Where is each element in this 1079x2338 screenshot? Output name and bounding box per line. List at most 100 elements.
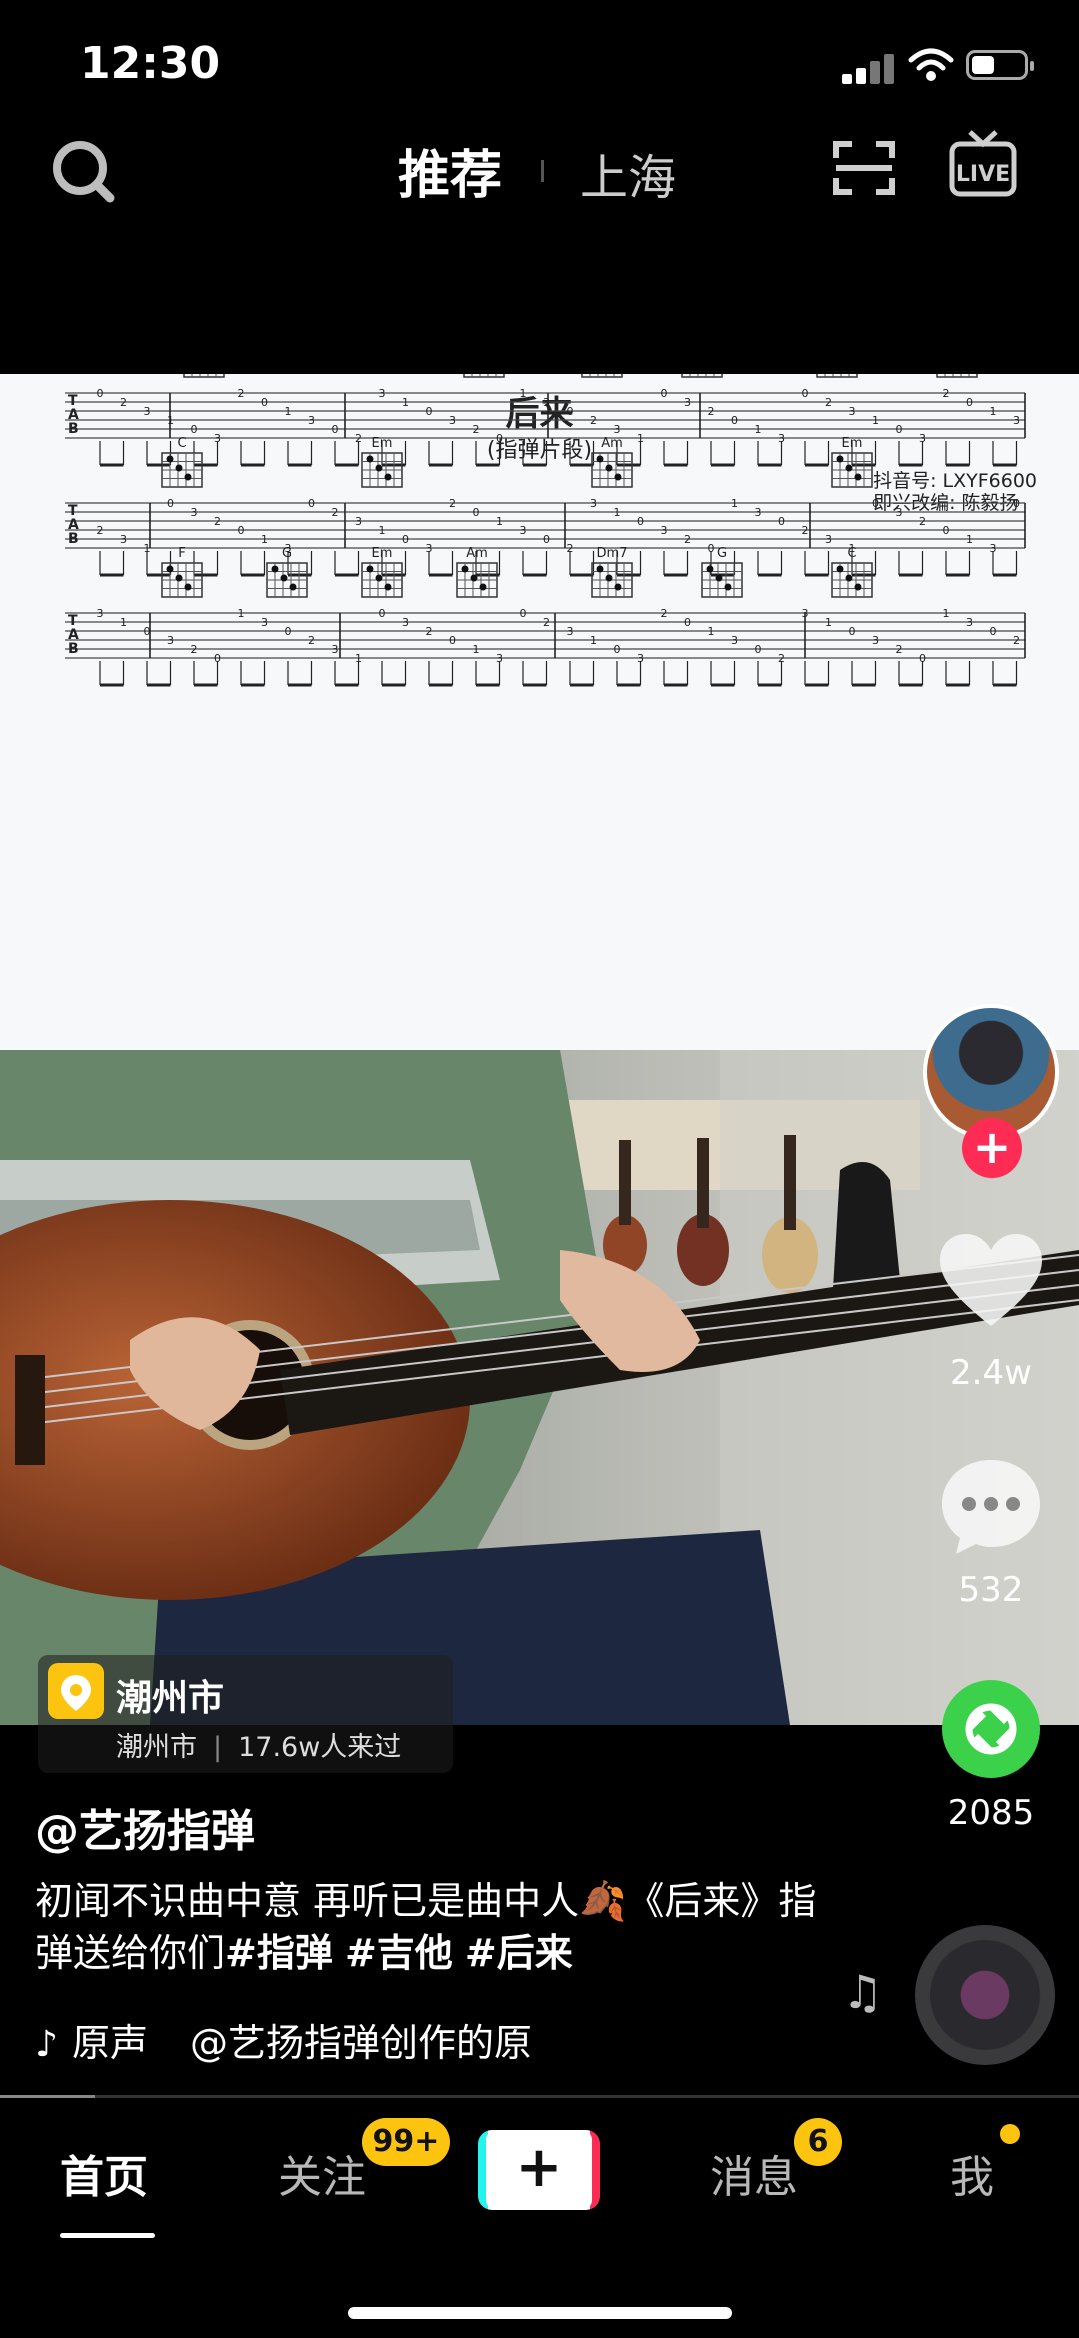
svg-text:0: 0: [191, 423, 198, 436]
svg-text:1: 1: [379, 524, 386, 537]
svg-text:3: 3: [355, 515, 362, 528]
nav-home-indicator: [60, 2233, 155, 2238]
create-button[interactable]: +: [478, 2130, 600, 2210]
svg-text:1: 1: [261, 533, 268, 546]
svg-text:0: 0: [802, 387, 809, 400]
svg-text:0: 0: [379, 607, 386, 620]
svg-text:1: 1: [990, 405, 997, 418]
like-count: 2.4w: [950, 1353, 1032, 1393]
chord-name: G: [717, 546, 727, 561]
svg-text:2: 2: [1013, 634, 1020, 647]
svg-text:1: 1: [238, 607, 245, 620]
svg-text:0: 0: [755, 643, 762, 656]
live-icon[interactable]: LIVE: [948, 128, 1018, 200]
hashtag[interactable]: #指弹: [225, 1931, 333, 1975]
svg-text:3: 3: [825, 533, 832, 546]
svg-text:3: 3: [661, 524, 668, 537]
svg-text:0: 0: [637, 515, 644, 528]
chord-name: Am: [466, 546, 488, 561]
chord-name: G: [282, 546, 292, 561]
svg-text:0: 0: [167, 497, 174, 510]
svg-text:2: 2: [684, 533, 691, 546]
svg-text:1: 1: [167, 414, 174, 427]
location-sub: 潮州市 | 17.6w人来过: [116, 1732, 402, 1763]
svg-text:3: 3: [849, 405, 856, 418]
signal-icon: [842, 52, 894, 84]
me-dot: [1000, 2124, 1020, 2144]
hashtag[interactable]: #后来: [465, 1931, 573, 1975]
svg-text:0: 0: [778, 515, 785, 528]
music-disc[interactable]: [915, 1925, 1055, 2065]
music-row[interactable]: ♪ 原声 @艺扬指弹创作的原: [35, 2012, 532, 2067]
nav-home[interactable]: 首页: [60, 2141, 148, 2205]
music-note-icon: ♪: [35, 2024, 58, 2065]
svg-text:0: 0: [543, 533, 550, 546]
svg-text:2: 2: [191, 643, 198, 656]
svg-text:2: 2: [449, 497, 456, 510]
share-icon[interactable]: [942, 1680, 1040, 1778]
location-tag[interactable]: 潮州市 潮州市 | 17.6w人来过: [38, 1655, 453, 1773]
svg-text:2: 2: [896, 643, 903, 656]
svg-text:0: 0: [1013, 497, 1020, 510]
nav-follow[interactable]: 关注: [278, 2141, 366, 2205]
svg-text:3: 3: [684, 396, 691, 409]
svg-text:3: 3: [590, 497, 597, 510]
home-indicator: [348, 2307, 732, 2319]
svg-text:1: 1: [966, 533, 973, 546]
chord-diagram: [183, 374, 225, 378]
tab-recommend[interactable]: 推荐: [398, 133, 502, 208]
chord-diagram: [816, 374, 858, 378]
svg-text:0: 0: [849, 625, 856, 638]
hashtag[interactable]: #吉他: [345, 1931, 453, 1975]
svg-text:3: 3: [731, 634, 738, 647]
follow-plus-button[interactable]: +: [962, 1118, 1022, 1178]
floating-notes-icon: ♫: [842, 1965, 884, 2019]
svg-text:3: 3: [449, 414, 456, 427]
svg-text:0: 0: [731, 414, 738, 427]
svg-text:1: 1: [731, 497, 738, 510]
svg-text:0: 0: [238, 524, 245, 537]
svg-text:3: 3: [97, 607, 104, 620]
svg-text:1: 1: [473, 643, 480, 656]
svg-text:2: 2: [661, 607, 668, 620]
svg-text:0: 0: [943, 524, 950, 537]
location-name: 潮州市: [116, 1678, 225, 1719]
status-time: 12:30: [80, 38, 221, 89]
author-handle[interactable]: @艺扬指弹: [35, 1795, 255, 1859]
post-caption: 初闻不识曲中意 再听已是曲中人🍂《后来》指弹送给你们#指弹 #吉他 #后来: [35, 1879, 817, 1975]
svg-text:0: 0: [473, 506, 480, 519]
search-icon[interactable]: [48, 136, 120, 208]
comment-icon[interactable]: [938, 1456, 1044, 1556]
svg-text:0: 0: [990, 625, 997, 638]
battery-icon: [966, 50, 1034, 80]
svg-text:1: 1: [708, 625, 715, 638]
svg-text:3: 3: [896, 506, 903, 519]
svg-text:3: 3: [614, 423, 621, 436]
svg-text:1: 1: [825, 616, 832, 629]
chord-name: C: [847, 546, 856, 561]
svg-text:2: 2: [214, 515, 221, 528]
svg-text:3: 3: [120, 533, 127, 546]
scan-icon[interactable]: [832, 138, 896, 198]
svg-text:3: 3: [755, 506, 762, 519]
nav-messages[interactable]: 消息: [710, 2141, 798, 2205]
svg-text:3: 3: [567, 625, 574, 638]
like-heart-icon[interactable]: [936, 1232, 1046, 1332]
svg-text:2: 2: [120, 396, 127, 409]
svg-text:3: 3: [520, 524, 527, 537]
svg-text:0: 0: [661, 387, 668, 400]
svg-text:B: B: [68, 641, 79, 657]
svg-text:2: 2: [919, 515, 926, 528]
svg-text:2: 2: [543, 616, 550, 629]
tab-city[interactable]: 上海: [580, 138, 676, 208]
chord-diagram: [936, 374, 978, 378]
messages-badge: 6: [794, 2118, 842, 2166]
svg-text:2: 2: [97, 524, 104, 537]
video-frame[interactable]: [0, 1050, 1079, 1725]
nav-me[interactable]: 我: [950, 2141, 994, 2205]
svg-text:0: 0: [426, 405, 433, 418]
svg-text:0: 0: [520, 607, 527, 620]
svg-text:1: 1: [614, 506, 621, 519]
svg-text:0: 0: [144, 625, 151, 638]
comment-count: 532: [958, 1570, 1024, 1610]
